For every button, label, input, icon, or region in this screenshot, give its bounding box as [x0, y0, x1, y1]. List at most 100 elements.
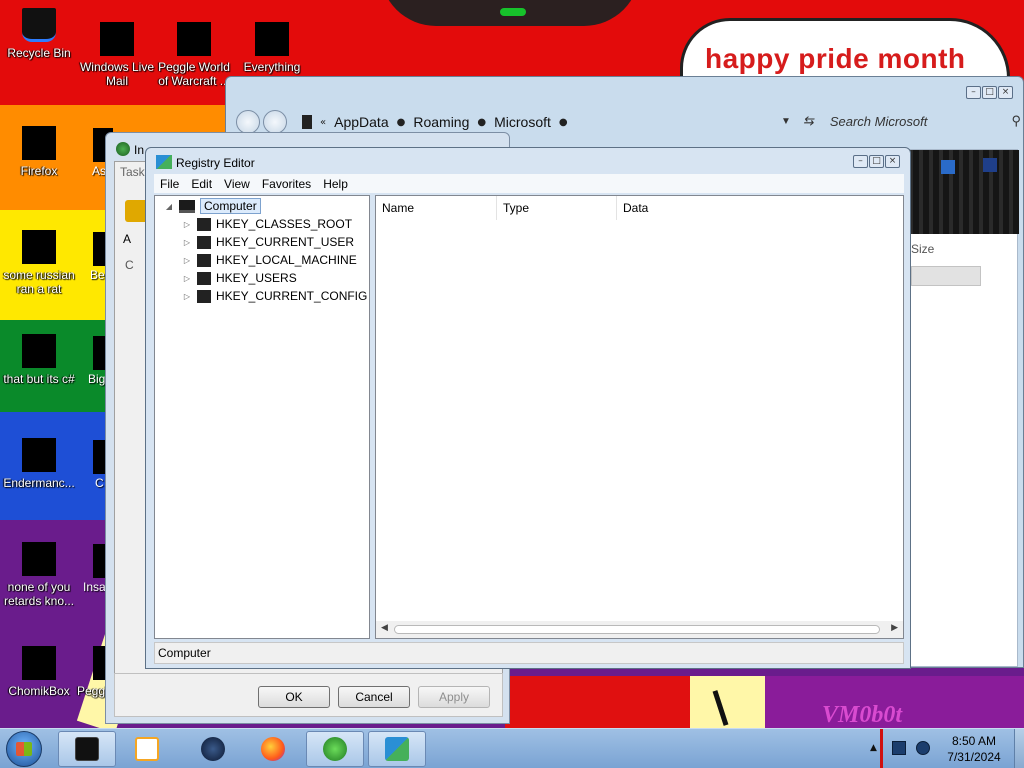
desktop-icon-none-of-you[interactable]: none of you retards kno...: [1, 542, 77, 608]
enderman-icon: [22, 438, 56, 472]
taskbar-download-manager[interactable]: [306, 731, 364, 767]
menu-favorites[interactable]: Favorites: [256, 177, 317, 191]
close-button[interactable]: ×: [885, 155, 900, 168]
menu-file[interactable]: File: [154, 177, 185, 191]
taskbar-firefox[interactable]: [244, 731, 302, 767]
breadcrumb-overflow-icon[interactable]: «: [320, 117, 326, 128]
desktop-icon-label: Endermanc...: [3, 476, 75, 490]
clock-date: 7/31/2024: [947, 750, 1001, 764]
expand-arrow-icon[interactable]: ▷: [181, 256, 193, 265]
column-header-size[interactable]: Size: [911, 242, 934, 256]
file-row-placeholder[interactable]: [911, 266, 981, 286]
back-button[interactable]: [236, 110, 260, 134]
chomikbox-icon: [22, 646, 56, 680]
registry-editor-icon: [156, 155, 172, 169]
refresh-icon[interactable]: ⇆: [803, 113, 814, 129]
close-button[interactable]: ×: [998, 86, 1013, 99]
cancel-button[interactable]: Cancel: [338, 686, 410, 708]
network-icon[interactable]: [892, 741, 906, 755]
taskbar-dark-globe[interactable]: [184, 731, 242, 767]
desktop-icon-chomikbox[interactable]: ChomikBox: [1, 646, 77, 698]
scroll-left-icon[interactable]: ◀: [381, 623, 388, 633]
desktop-icon-peggle-wow[interactable]: Peggle World of Warcraft ...: [156, 22, 232, 88]
maximize-button[interactable]: □: [982, 86, 997, 99]
clock[interactable]: 8:50 AM 7/31/2024: [940, 733, 1008, 765]
desktop-icon-windows-live-mail[interactable]: Windows Live Mail: [79, 22, 155, 88]
menu-edit[interactable]: Edit: [185, 177, 218, 191]
tree-node-hklm[interactable]: ▷ HKEY_LOCAL_MACHINE: [181, 251, 357, 269]
registry-editor-titlebar[interactable]: Registry Editor – □ ×: [146, 148, 910, 174]
maximize-button[interactable]: □: [869, 155, 884, 168]
tree-node-hkcr[interactable]: ▷ HKEY_CLASSES_ROOT: [181, 215, 352, 233]
toolbar-preview-icon[interactable]: [983, 158, 997, 172]
clock-time: 8:50 AM: [951, 734, 997, 748]
window-controls: – □ ×: [853, 155, 900, 168]
forward-button[interactable]: [263, 110, 287, 134]
breadcrumb-separator-icon[interactable]: ●: [477, 117, 486, 128]
expand-arrow-icon[interactable]: ▷: [181, 220, 193, 229]
search-placeholder: Search Microsoft: [829, 113, 928, 129]
show-desktop-button[interactable]: [1014, 729, 1024, 768]
properties-title: In: [134, 143, 145, 157]
scrollbar-thumb[interactable]: [394, 625, 880, 634]
apply-button[interactable]: Apply: [418, 686, 490, 708]
ok-button[interactable]: OK: [258, 686, 330, 708]
tree-node-computer[interactable]: ◢ Computer: [163, 197, 261, 215]
collapse-arrow-icon[interactable]: ◢: [163, 202, 175, 211]
column-header-type[interactable]: Type: [497, 196, 617, 220]
computer-icon: [179, 199, 195, 213]
folder-icon: [197, 235, 211, 249]
desktop-icon-label: Recycle Bin: [7, 46, 71, 60]
desktop-icon-label: Everything: [243, 60, 301, 74]
desktop-icon-label: none of you retards kno...: [3, 580, 75, 608]
desktop-icon-firefox[interactable]: Firefox: [1, 126, 77, 178]
show-hidden-icons-icon[interactable]: ▲: [870, 743, 877, 753]
properties-letter-2: C: [125, 258, 134, 272]
explorer-window-icon: [75, 737, 99, 761]
expand-arrow-icon[interactable]: ▷: [181, 292, 193, 301]
minimize-button[interactable]: –: [966, 86, 981, 99]
desktop-icon-enderman[interactable]: Endermanc...: [1, 438, 77, 490]
registry-values-pane[interactable]: Name Type Data ◀ ▶: [375, 195, 904, 639]
search-box[interactable]: ▼ ⇆ Search Microsoft ⚲: [781, 107, 1021, 135]
desktop-icon-that-but-its-c[interactable]: that but its c#: [1, 334, 77, 386]
tree-node-hkcc[interactable]: ▷ HKEY_CURRENT_CONFIG: [181, 287, 367, 305]
breadcrumb-roaming[interactable]: Roaming: [413, 114, 469, 130]
desktop-icon-recycle-bin[interactable]: Recycle Bin: [1, 8, 77, 60]
breadcrumb-separator-icon[interactable]: ●: [559, 117, 568, 128]
russian-rat-icon: [22, 230, 56, 264]
explorer-window-controls: – □ ×: [966, 86, 1013, 99]
taskbar-registry-editor[interactable]: [368, 731, 426, 767]
search-icon[interactable]: ⚲: [1011, 113, 1021, 129]
horizontal-scrollbar[interactable]: ◀ ▶: [376, 621, 903, 638]
taskbar-explorer[interactable]: [58, 731, 116, 767]
breadcrumb-microsoft[interactable]: Microsoft: [494, 114, 551, 130]
desktop-icon-everything[interactable]: Everything: [234, 22, 310, 74]
desktop-icon-label: Firefox: [20, 164, 58, 178]
breadcrumb-appdata[interactable]: AppData: [334, 114, 388, 130]
window-title: Registry Editor: [176, 156, 255, 170]
volume-icon[interactable]: [916, 741, 930, 755]
menu-view[interactable]: View: [218, 177, 256, 191]
menu-help[interactable]: Help: [317, 177, 354, 191]
pride-banner-text: happy pride month: [705, 43, 966, 74]
scroll-right-icon[interactable]: ▶: [891, 623, 898, 633]
column-header-data[interactable]: Data: [617, 196, 903, 220]
taskbar-media-player[interactable]: [118, 731, 176, 767]
address-dropdown-icon[interactable]: ▼: [781, 116, 791, 127]
start-button[interactable]: [6, 731, 42, 767]
properties-tab[interactable]: Task: [120, 165, 145, 179]
breadcrumb-separator-icon[interactable]: ●: [397, 117, 406, 128]
expand-arrow-icon[interactable]: ▷: [181, 274, 193, 283]
minimize-button[interactable]: –: [853, 155, 868, 168]
registry-editor-window[interactable]: Registry Editor – □ × File Edit View Fav…: [145, 147, 911, 669]
desktop-icon-russian-rat[interactable]: some russian ran a rat: [1, 230, 77, 296]
tree-node-hku[interactable]: ▷ HKEY_USERS: [181, 269, 297, 287]
expand-arrow-icon[interactable]: ▷: [181, 238, 193, 247]
toolbar-view-icon[interactable]: [941, 160, 955, 174]
system-tray: ▲ 8:50 AM 7/31/2024: [862, 729, 1024, 768]
registry-tree-pane[interactable]: ◢ Computer ▷ HKEY_CLASSES_ROOT ▷ HKEY_CU…: [154, 195, 370, 639]
column-header-name[interactable]: Name: [376, 196, 497, 220]
explorer-file-list[interactable]: Size: [902, 149, 1019, 667]
tree-node-hkcu[interactable]: ▷ HKEY_CURRENT_USER: [181, 233, 354, 251]
